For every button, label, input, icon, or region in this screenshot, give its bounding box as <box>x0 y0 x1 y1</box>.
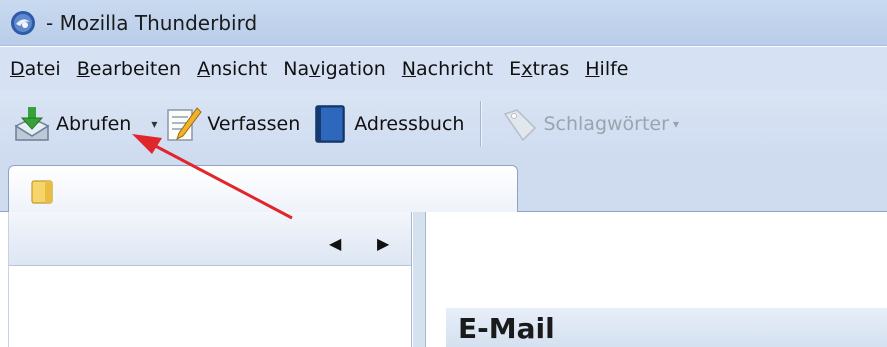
tags-dropdown-icon[interactable]: ▾ <box>673 117 679 131</box>
toolbar-separator <box>480 101 482 147</box>
menu-label: earbeiten <box>89 58 182 80</box>
tags-label: Schlagwörter <box>543 113 669 135</box>
content-pane: E-Mail <box>425 212 887 347</box>
menu-label: achricht <box>416 58 494 80</box>
menu-accel: N <box>401 58 416 80</box>
menu-label: atei <box>24 58 61 80</box>
get-mail-icon <box>14 107 50 141</box>
menu-datei[interactable]: Datei <box>10 58 61 80</box>
thunderbird-icon <box>11 10 35 35</box>
folder-pane-header: ◀ ▶ <box>9 212 411 266</box>
menu-accel: A <box>197 58 211 80</box>
menu-nachricht[interactable]: Nachricht <box>402 58 493 80</box>
menu-label-pre: E <box>509 58 522 80</box>
menu-label: ilfe <box>599 58 629 80</box>
triangle-left-icon[interactable]: ◀ <box>329 234 341 253</box>
menu-accel: H <box>585 58 600 80</box>
menu-bar: Datei Bearbeiten Ansicht Navigation Nach… <box>0 47 887 91</box>
menu-label: igation <box>320 58 386 80</box>
get-mail-dropdown-icon[interactable]: ▾ <box>151 117 157 131</box>
compose-label: Verfassen <box>207 113 301 135</box>
pane-splitter[interactable] <box>413 212 425 347</box>
menu-extras[interactable]: Extras <box>509 58 569 80</box>
menu-label: nsicht <box>210 58 268 80</box>
folder-pane: ◀ ▶ <box>8 212 412 347</box>
address-book-icon <box>315 105 346 143</box>
folder-icon <box>31 180 53 204</box>
compose-button[interactable]: Verfassen <box>163 99 300 149</box>
menu-accel: D <box>10 58 25 80</box>
address-book-button[interactable]: Adressbuch <box>310 99 464 149</box>
menu-label-pre: Na <box>283 58 310 80</box>
address-book-label: Adressbuch <box>354 113 465 135</box>
triangle-right-icon[interactable]: ▶ <box>377 234 389 253</box>
main-toolbar: Abrufen ▾ Verfassen Adressbuch Schlagwör… <box>0 91 887 157</box>
section-title: E-Mail <box>458 312 555 345</box>
title-bar: - Mozilla Thunderbird <box>0 0 887 46</box>
menu-navigation[interactable]: Navigation <box>283 58 386 80</box>
get-mail-label: Abrufen <box>56 113 132 135</box>
window-title: - Mozilla Thunderbird <box>46 10 258 35</box>
menu-hilfe[interactable]: Hilfe <box>585 58 628 80</box>
compose-icon <box>167 107 203 141</box>
menu-bearbeiten[interactable]: Bearbeiten <box>77 58 181 80</box>
tags-button[interactable]: Schlagwörter ▾ <box>499 99 685 149</box>
menu-label: tras <box>532 58 570 80</box>
tab-strip <box>0 157 887 213</box>
get-mail-button[interactable]: Abrufen <box>12 99 131 149</box>
tag-icon <box>504 109 537 142</box>
menu-accel: B <box>76 58 90 80</box>
section-header: E-Mail <box>446 308 887 347</box>
menu-accel: v <box>309 58 321 80</box>
menu-accel: x <box>521 58 533 80</box>
menu-ansicht[interactable]: Ansicht <box>197 58 267 80</box>
tab-folder[interactable] <box>8 165 518 213</box>
